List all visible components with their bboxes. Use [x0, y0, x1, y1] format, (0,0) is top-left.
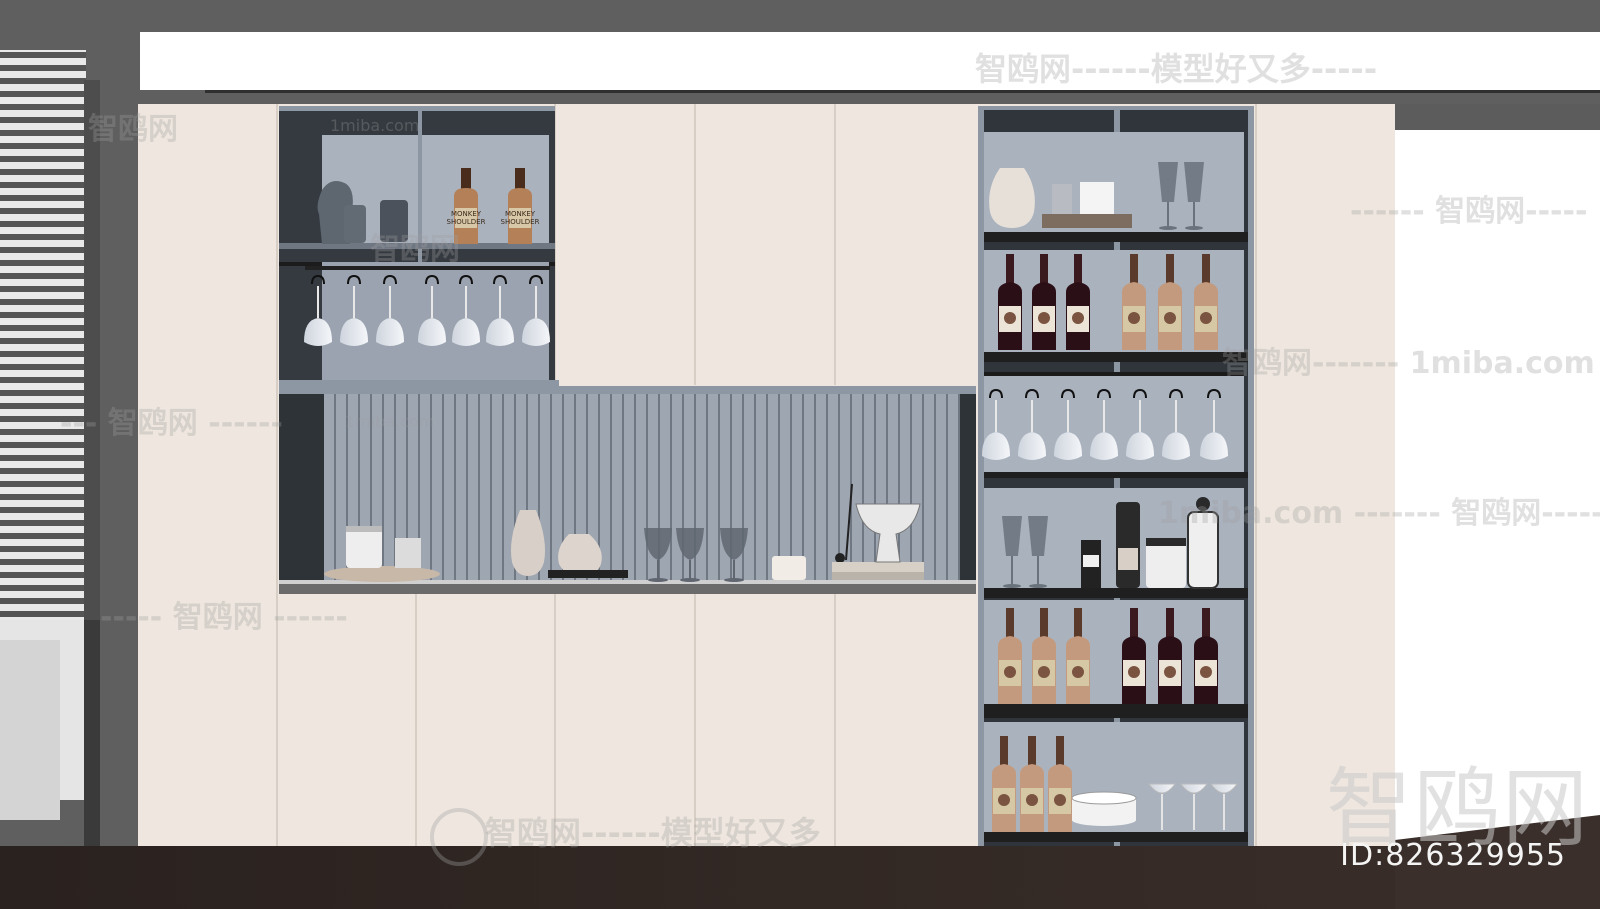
svg-text:MONKEY: MONKEY: [505, 210, 536, 218]
svg-text:MONKEY: MONKEY: [451, 210, 482, 218]
ceiling-band: [0, 0, 1600, 32]
svg-text:SHOULDER: SHOULDER: [447, 218, 486, 226]
upper-left-display: MONKEY SHOULDER MONKEY SHOULDER: [279, 106, 559, 386]
books: [1042, 214, 1132, 228]
candle: [395, 538, 421, 568]
window-blind: [0, 50, 86, 620]
tray: [324, 566, 440, 582]
grinder: [1116, 502, 1140, 588]
middle-niche: [279, 386, 976, 594]
votive: [772, 556, 806, 580]
ceiling-panel: [210, 32, 1600, 90]
wine-cabinet-render: MONKEY SHOULDER MONKEY SHOULDER: [0, 0, 1600, 909]
svg-text:SHOULDER: SHOULDER: [501, 218, 540, 226]
model-id-label: ID:826329955: [1340, 838, 1566, 873]
vase: [989, 168, 1035, 228]
tumbler: [344, 205, 366, 243]
right-opening: [1395, 104, 1600, 824]
frame: [1080, 182, 1114, 218]
jar: [1146, 540, 1186, 588]
books: [832, 562, 924, 572]
candle-jar: [346, 528, 382, 568]
jar-patterned: [1187, 511, 1219, 589]
tumbler: [380, 200, 408, 242]
jar: [1052, 184, 1072, 218]
right-shelving: [978, 106, 1254, 846]
